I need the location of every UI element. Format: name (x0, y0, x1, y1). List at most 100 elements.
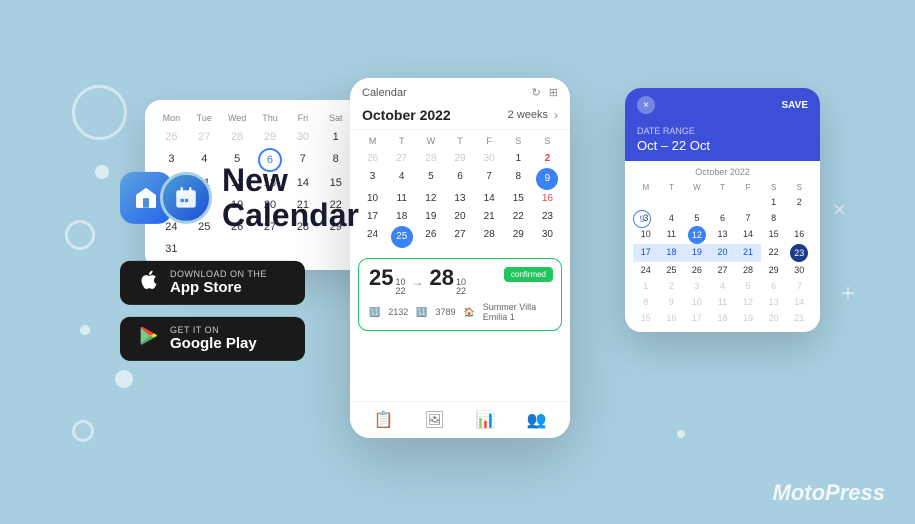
rday[interactable]: 8 (633, 294, 659, 310)
rday[interactable]: 1 (633, 278, 659, 294)
cal-day[interactable]: 27 (445, 226, 474, 248)
cal-day[interactable]: 28 (475, 226, 504, 248)
cal-day[interactable]: 10 (358, 190, 387, 208)
rday[interactable]: 9 (659, 294, 685, 310)
rday[interactable]: 7 (786, 278, 812, 294)
rday[interactable]: 19 (684, 244, 710, 262)
rday[interactable]: 18 (710, 310, 736, 326)
rday[interactable]: 20 (710, 244, 736, 262)
rday[interactable]: 29 (761, 262, 787, 278)
rday[interactable]: 19 (735, 310, 761, 326)
rday[interactable]: 15 (633, 310, 659, 326)
cal-day[interactable]: 7 (475, 168, 504, 190)
rday[interactable]: 14 (735, 226, 761, 244)
rday[interactable]: 24 (633, 262, 659, 278)
rday[interactable] (710, 194, 736, 210)
rday[interactable] (633, 194, 659, 210)
rday[interactable]: 7 (735, 210, 761, 226)
rday[interactable]: 8 (761, 210, 787, 226)
rday[interactable]: 22 (761, 244, 787, 262)
cal-day[interactable]: 26 (416, 226, 445, 248)
cal-day[interactable]: 13 (445, 190, 474, 208)
cal-day[interactable]: 30 (286, 126, 319, 148)
bottom-icon-1[interactable]: 📋 (373, 410, 393, 430)
rday[interactable]: 4 (659, 210, 685, 226)
cal-day[interactable]: 28 (416, 150, 445, 168)
cal-day[interactable]: 1 (319, 126, 352, 148)
cal-day[interactable]: 2 (533, 150, 562, 168)
cal-day[interactable]: 8 (504, 168, 533, 190)
googleplay-button[interactable]: GET IT ON Google Play (120, 317, 305, 361)
rday[interactable]: 16 (659, 310, 685, 326)
rday[interactable]: 16 (786, 226, 812, 244)
rday[interactable] (684, 194, 710, 210)
cal-day[interactable]: 11 (387, 190, 416, 208)
rday[interactable]: 13 (710, 226, 736, 244)
cal-day[interactable]: 5 (416, 168, 445, 190)
rday[interactable]: 10 (633, 226, 659, 244)
cal-day[interactable]: 15 (504, 190, 533, 208)
rday[interactable]: 6 (761, 278, 787, 294)
cal-day[interactable]: 18 (387, 208, 416, 226)
rday[interactable]: 12 (735, 294, 761, 310)
cal-day[interactable]: 3 (358, 168, 387, 190)
cal-day[interactable]: 12 (416, 190, 445, 208)
rday[interactable]: 21 (786, 310, 812, 326)
cal-day[interactable]: 24 (358, 226, 387, 248)
cal-day[interactable]: 29 (254, 126, 287, 148)
cal-day[interactable]: 23 (533, 208, 562, 226)
rday[interactable]: 15 (761, 226, 787, 244)
cal-day[interactable]: 30 (533, 226, 562, 248)
cal-day[interactable]: 19 (416, 208, 445, 226)
cal-day-selected[interactable]: 25 (391, 226, 413, 248)
cal-day[interactable]: 22 (504, 208, 533, 226)
rday[interactable]: 13 (761, 294, 787, 310)
cal-day[interactable]: 26 (155, 126, 188, 148)
cal-day[interactable]: 16 (533, 190, 562, 208)
rday[interactable]: 18 (659, 244, 685, 262)
rday[interactable] (735, 194, 761, 210)
appstore-button[interactable]: Download on the App Store (120, 261, 305, 305)
rday[interactable]: 26 (684, 262, 710, 278)
cal-day[interactable]: 1 (504, 150, 533, 168)
save-button[interactable]: SAVE (782, 100, 809, 111)
rday[interactable]: 2 (786, 194, 812, 210)
rday[interactable]: 17 (633, 244, 659, 262)
rday[interactable]: 27 (710, 262, 736, 278)
cal-day[interactable]: 29 (504, 226, 533, 248)
bottom-icon-2[interactable]: 🖼 (424, 410, 444, 430)
rday-blue[interactable]: 12 (688, 226, 706, 244)
rday[interactable]: 14 (786, 294, 812, 310)
bottom-icon-3[interactable]: 📊 (476, 410, 496, 430)
rday[interactable]: 11 (710, 294, 736, 310)
cal-day[interactable]: 14 (475, 190, 504, 208)
cal-day[interactable]: 4 (387, 168, 416, 190)
bottom-icon-4[interactable]: 👥 (527, 410, 547, 430)
cal-day[interactable]: 26 (358, 150, 387, 168)
cal-day[interactable]: 30 (475, 150, 504, 168)
cal-day[interactable]: 27 (188, 126, 221, 148)
cal-day-today[interactable]: 9 (536, 168, 558, 190)
cal-day[interactable]: 29 (445, 150, 474, 168)
cal-day[interactable]: 20 (445, 208, 474, 226)
chevron-right-icon[interactable]: › (554, 108, 558, 122)
rday[interactable]: 21 (735, 244, 761, 262)
cal-day[interactable]: 6 (445, 168, 474, 190)
rday[interactable]: 20 (761, 310, 787, 326)
rday[interactable]: 1 (761, 194, 787, 210)
rday[interactable]: 4 (710, 278, 736, 294)
rday[interactable]: 5 (684, 210, 710, 226)
rday[interactable]: 30 (786, 262, 812, 278)
rday[interactable]: 28 (735, 262, 761, 278)
filter-icon[interactable]: ⊞ (549, 86, 558, 99)
rday-dark[interactable]: 23 (790, 244, 808, 262)
rday[interactable]: 11 (659, 226, 685, 244)
rday[interactable]: 3 (633, 210, 659, 226)
rday[interactable]: 25 (659, 262, 685, 278)
rday[interactable]: 10 (684, 294, 710, 310)
rday[interactable]: 17 (684, 310, 710, 326)
rday[interactable]: 6 (710, 210, 736, 226)
rday[interactable]: 2 (659, 278, 685, 294)
rday[interactable]: 3 (684, 278, 710, 294)
cal-day[interactable]: 28 (221, 126, 254, 148)
